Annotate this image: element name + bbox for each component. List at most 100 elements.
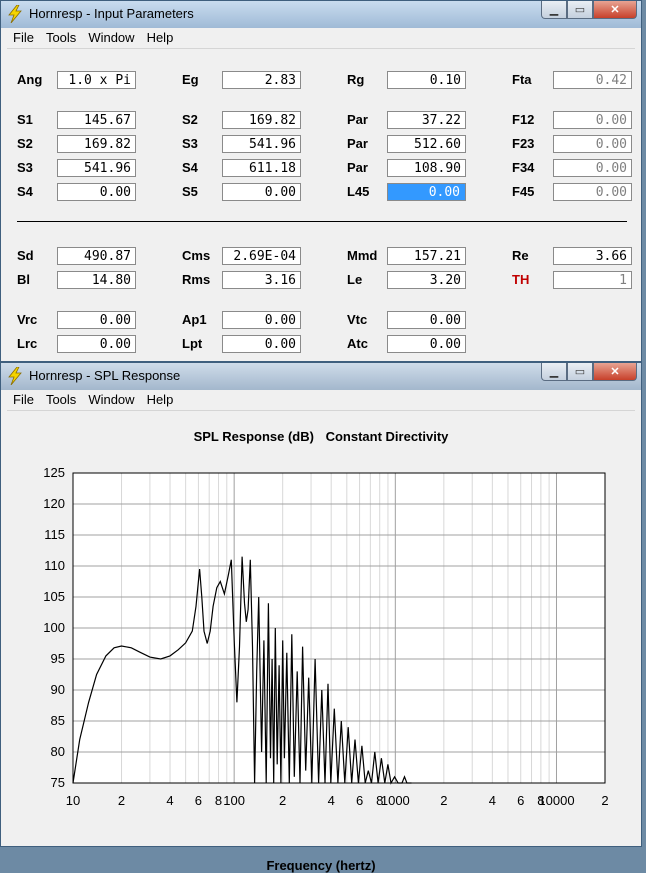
y-tick-label: 90 [51,682,65,697]
field-s3[interactable]: 541.96 [222,135,301,153]
menu-help[interactable]: Help [141,390,180,410]
field-s3[interactable]: 541.96 [57,159,136,177]
field-s1[interactable]: 145.67 [57,111,136,129]
label-re: Re [512,248,529,263]
field-s4[interactable]: 611.18 [222,159,301,177]
field-value: 611.18 [249,161,296,176]
label-rms: Rms [182,272,211,287]
menu-window[interactable]: Window [82,390,140,410]
window-title: Hornresp - Input Parameters [29,6,194,21]
separator-line [17,221,627,222]
field-s5[interactable]: 0.00 [222,183,301,201]
chart-title-mode: Constant Directivity [325,429,449,444]
menu-bar: File Tools Window Help [7,28,635,49]
label-th: TH [512,272,530,287]
field-f34[interactable]: 0.00 [553,159,632,177]
field-value: 169.82 [84,137,131,152]
field-value: 145.67 [84,113,131,128]
spl-chart[interactable]: 758085909510010511011512012510 2 4 6 8 100 2 4 6… [7,449,637,849]
x-tick-label: 10000 [538,793,574,808]
label-s3: S3 [17,160,33,175]
field-th[interactable]: 1 [553,271,632,289]
x-tick-label: 6 [356,793,363,808]
menu-file[interactable]: File [7,28,40,48]
x-tick-label: 4 [489,793,496,808]
x-tick-label: 4 [328,793,335,808]
label-atc: Atc [347,336,368,351]
label-f45: F45 [512,184,535,199]
label-eg: Eg [182,72,199,87]
menu-tools[interactable]: Tools [40,28,82,48]
field-vrc[interactable]: 0.00 [57,311,136,329]
menu-help[interactable]: Help [141,28,180,48]
field-par[interactable]: 512.60 [387,135,466,153]
label-f23: F23 [512,136,535,151]
field-value: 0.00 [429,313,461,328]
x-tick-label: 100 [223,793,245,808]
label-ang: Ang [17,72,43,87]
label-mmd: Mmd [347,248,378,263]
parameters-panel: Ang 1.0 x Pi Eg 2.83 Rg 0.10 Fta 0.42 S1 145.67 S2… [7,49,635,357]
field-value: 14.80 [91,273,131,288]
field-s2[interactable]: 169.82 [222,111,301,129]
field-fta[interactable]: 0.42 [553,71,632,89]
field-par[interactable]: 37.22 [387,111,466,129]
maximize-button[interactable]: ▭ [567,363,593,381]
field-eg[interactable]: 2.83 [222,71,301,89]
title-bar[interactable]: Hornresp - Input Parameters ▁ ▭ ✕ [1,1,641,28]
field-l45[interactable]: 0.00 [387,183,466,201]
field-f12[interactable]: 0.00 [553,111,632,129]
field-lrc[interactable]: 0.00 [57,335,136,353]
field-value: 490.87 [84,249,131,264]
field-rms[interactable]: 3.16 [222,271,301,289]
minimize-button[interactable]: ▁ [541,363,567,381]
field-atc[interactable]: 0.00 [387,335,466,353]
title-bar[interactable]: Hornresp - SPL Response ▁ ▭ ✕ [1,363,641,390]
field-mmd[interactable]: 157.21 [387,247,466,265]
menu-bar: File Tools Window Help [7,390,635,411]
field-par[interactable]: 108.90 [387,159,466,177]
maximize-button[interactable]: ▭ [567,1,593,19]
field-cms[interactable]: 2.69E-04 [222,247,301,265]
field-sd[interactable]: 490.87 [57,247,136,265]
y-tick-label: 120 [43,496,65,511]
y-tick-label: 115 [44,527,65,542]
label-par: Par [347,136,368,151]
field-value: 0.00 [595,161,627,176]
field-le[interactable]: 3.20 [387,271,466,289]
field-bl[interactable]: 14.80 [57,271,136,289]
field-value: 0.00 [264,185,296,200]
field-value: 0.00 [427,185,461,200]
label-s5: S5 [182,184,198,199]
field-ang[interactable]: 1.0 x Pi [57,71,136,89]
field-vtc[interactable]: 0.00 [387,311,466,329]
label-fta: Fta [512,72,532,87]
label-rg: Rg [347,72,365,87]
field-rg[interactable]: 0.10 [387,71,466,89]
y-tick-label: 110 [44,558,65,573]
label-s4: S4 [182,160,198,175]
menu-file[interactable]: File [7,390,40,410]
field-lpt[interactable]: 0.00 [222,335,301,353]
close-button[interactable]: ✕ [593,1,637,19]
input-parameters-window: Hornresp - Input Parameters ▁ ▭ ✕ File T… [0,0,642,362]
lightning-icon [8,5,22,23]
menu-window[interactable]: Window [82,28,140,48]
y-tick-label: 125 [43,465,65,480]
y-tick-label: 75 [51,775,65,790]
close-button[interactable]: ✕ [593,363,637,381]
field-re[interactable]: 3.66 [553,247,632,265]
field-s4[interactable]: 0.00 [57,183,136,201]
field-value: 0.00 [99,185,131,200]
label-s4: S4 [17,184,33,199]
field-ap1[interactable]: 0.00 [222,311,301,329]
label-lrc: Lrc [17,336,38,351]
label-par: Par [347,112,368,127]
y-tick-label: 95 [51,651,65,666]
field-s2[interactable]: 169.82 [57,135,136,153]
field-f45[interactable]: 0.00 [553,183,632,201]
menu-tools[interactable]: Tools [40,390,82,410]
field-f23[interactable]: 0.00 [553,135,632,153]
field-value: 0.00 [264,313,296,328]
minimize-button[interactable]: ▁ [541,1,567,19]
